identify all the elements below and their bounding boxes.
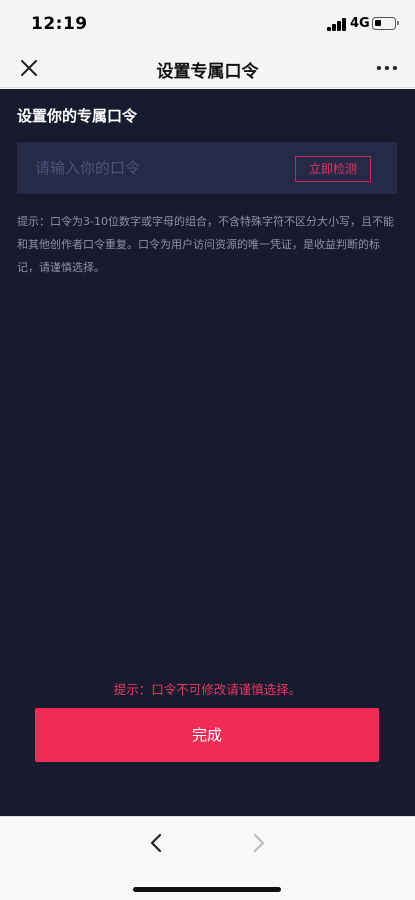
code-input[interactable] <box>35 142 275 194</box>
done-button[interactable]: 完成 <box>35 708 379 762</box>
nav-bar: 设置专属口令 <box>0 48 415 88</box>
battery-icon <box>372 17 399 30</box>
warning-text: 提示：口令不可修改请谨慎选择。 <box>113 682 302 697</box>
section-title: 设置你的专属口令 <box>17 107 138 125</box>
page-title: 设置专属口令 <box>156 62 259 82</box>
forward-icon[interactable] <box>244 829 272 857</box>
check-now-button[interactable]: 立即检测 <box>295 156 371 182</box>
status-time: 12:19 <box>31 14 88 34</box>
hint-text: 提示：口令为3-10位数字或字母的组合，不含特殊字符不区分大小写，且不能和其他创… <box>17 215 394 274</box>
code-input-box: 立即检测 <box>17 142 397 194</box>
main-panel: 设置你的专属口令 立即检测 提示：口令为3-10位数字或字母的组合，不含特殊字符… <box>0 89 415 816</box>
status-bar: 12:19 4G <box>0 0 415 48</box>
home-indicator <box>133 887 281 892</box>
back-icon[interactable] <box>143 829 171 857</box>
network-label: 4G <box>350 16 370 31</box>
browser-toolbar <box>0 816 415 900</box>
signal-icon <box>327 18 347 31</box>
more-icon[interactable] <box>375 58 399 76</box>
